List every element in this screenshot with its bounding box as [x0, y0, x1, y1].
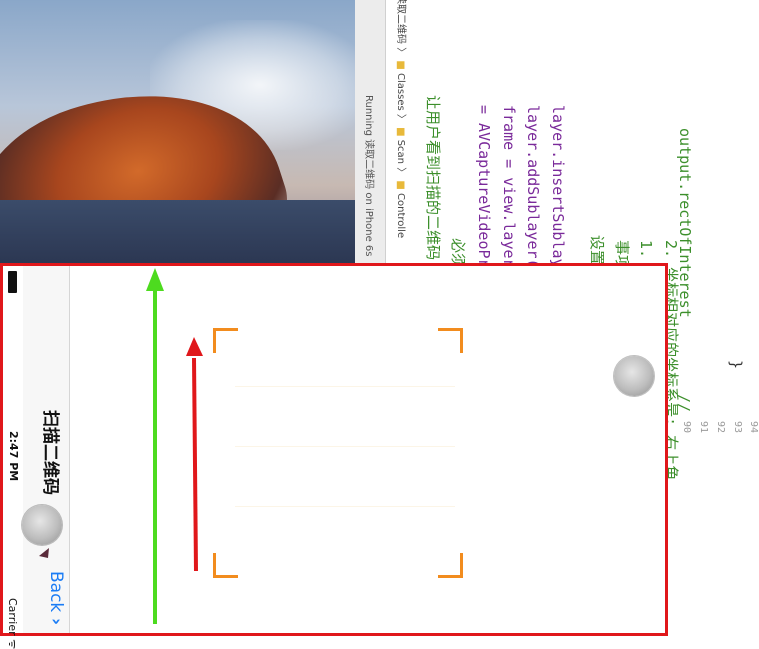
status-bar: 2:47 PM Carrier ᯤ	[3, 266, 23, 649]
status-time: 2:47 PM	[7, 431, 20, 482]
line-number: 93	[732, 421, 743, 434]
nav-title: 扫描二维码	[40, 410, 60, 495]
touch-indicator	[22, 505, 62, 545]
scan-corner-top-right	[438, 328, 463, 353]
scan-grid-line	[235, 386, 455, 387]
xcode-run-status: Running 读取二维码 on iPhone 6s	[363, 95, 374, 257]
code-line: output.rectOfInterest	[676, 128, 694, 318]
back-label: Back	[46, 571, 66, 613]
status-carrier: Carrier ᯤ	[5, 598, 20, 649]
folder-icon: ■	[395, 180, 406, 190]
line-number: 91	[698, 421, 709, 434]
breadcrumb-item[interactable]: Controlle	[395, 193, 406, 238]
red-arrow	[186, 337, 203, 572]
navigation-bar: 扫描二维码 Back ‹	[23, 266, 70, 633]
wallpaper-sea	[0, 200, 355, 265]
simulator-screen[interactable]: 2:47 PM Carrier ᯤ 扫描二维码 Back ‹	[0, 263, 668, 649]
xcode-breadcrumb[interactable]: 读取二维码 〉 ■ Classes 〉 ■ Scan 〉 ■ Controlle	[395, 0, 410, 238]
breadcrumb-item[interactable]: Scan	[395, 140, 406, 164]
desktop-wallpaper	[0, 0, 355, 265]
scan-grid-line	[235, 446, 455, 447]
scan-corner-bottom-left	[213, 553, 238, 578]
scan-corner-top-left	[213, 328, 238, 353]
back-button[interactable]: Back ‹	[46, 571, 66, 625]
line-number: 92	[715, 421, 726, 434]
line-number: 94	[748, 421, 759, 434]
carrier-label: Carrier	[6, 598, 19, 636]
wifi-icon: ᯤ	[6, 639, 19, 649]
breadcrumb-separator: 〉	[395, 113, 406, 124]
battery-icon	[8, 271, 17, 293]
folder-icon: ■	[395, 60, 406, 70]
code-comment: 让用户看到扫描的二维码	[424, 95, 442, 261]
green-arrow	[146, 268, 164, 624]
scan-frame	[213, 328, 463, 578]
folder-icon: ■	[395, 127, 406, 137]
line-number: 90	[681, 421, 692, 434]
scan-grid-line	[235, 506, 455, 507]
chevron-left-icon: ‹	[46, 617, 66, 625]
scan-corner-bottom-right	[438, 553, 463, 578]
breadcrumb-separator: 〉	[395, 167, 406, 178]
breadcrumb-item[interactable]: 读取二维码	[395, 0, 406, 44]
breadcrumb-item[interactable]: Classes	[395, 73, 406, 111]
code-comment: //	[675, 394, 693, 413]
touch-indicator	[614, 356, 654, 396]
code-closing-brace: }	[727, 360, 745, 370]
breadcrumb-separator: 〉	[395, 47, 406, 58]
